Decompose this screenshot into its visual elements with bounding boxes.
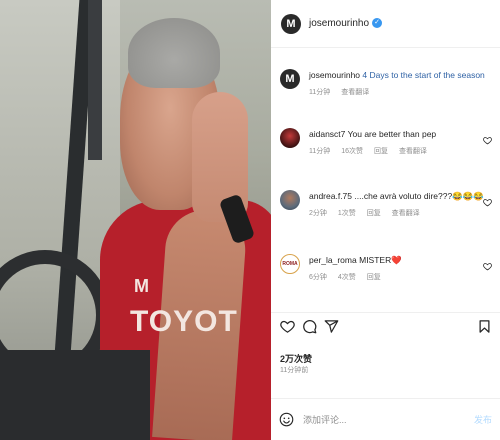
comment-body: andrea.f.75 ....che avrà voluto dire???😂… <box>309 190 484 218</box>
photo-shirt-sponsor: TOYOT <box>130 305 238 338</box>
comment-likes[interactable]: 16次赞 <box>341 148 363 155</box>
like-count[interactable]: 2万次赞 <box>280 352 312 365</box>
post-header: M josemourinho ✓ <box>271 0 500 48</box>
caption-line: josemourinho 4 Days to the start of the … <box>309 69 485 81</box>
comment-avatar[interactable]: ROMA <box>280 254 300 274</box>
photo-person-hair <box>128 18 220 88</box>
photo-seat <box>0 350 150 440</box>
action-bar <box>271 312 500 340</box>
comment-time: 11分钟 <box>309 148 331 155</box>
comment-like-heart-icon[interactable] <box>483 136 492 145</box>
author-avatar[interactable]: M <box>281 13 301 34</box>
comment-text: MISTER❤️ <box>359 255 402 265</box>
comment-like-heart-icon[interactable] <box>483 262 492 271</box>
caption-translate-link[interactable]: 查看翻译 <box>341 89 369 96</box>
comment-row: aidansct7 You are better than pep 11分钟 1… <box>271 128 500 156</box>
caption-text: 4 Days to the start of the season <box>362 70 485 80</box>
verified-badge-icon: ✓ <box>372 18 383 29</box>
caption-time: 11分钟 <box>309 89 331 96</box>
post-timestamp: 11分钟前 <box>280 367 309 374</box>
comment-translate-link[interactable]: 查看翻译 <box>399 148 427 155</box>
post-photo[interactable]: M TOYOT <box>0 0 271 440</box>
comment-likes[interactable]: 4次赞 <box>338 274 356 281</box>
comment-bubble-icon[interactable] <box>302 319 317 334</box>
comment-input[interactable] <box>303 414 453 425</box>
comment-line: andrea.f.75 ....che avrà voluto dire???😂… <box>309 190 484 202</box>
comment-username[interactable]: per_la_roma <box>309 255 357 265</box>
comment-meta: 11分钟 16次赞 回复 查看翻译 <box>309 146 479 156</box>
comment-line: per_la_roma MISTER❤️ <box>309 254 479 266</box>
comment-body: aidansct7 You are better than pep 11分钟 1… <box>309 128 479 156</box>
comment-username[interactable]: aidansct7 <box>309 129 345 139</box>
comment-avatar[interactable] <box>280 190 300 210</box>
comment-like-heart-icon[interactable] <box>483 198 492 207</box>
photo-shirt-badge: M <box>134 276 149 296</box>
caption-avatar[interactable]: M <box>280 69 300 89</box>
comment-body: per_la_roma MISTER❤️ 6分钟 4次赞 回复 <box>309 254 479 282</box>
comment-reply-link[interactable]: 回复 <box>367 210 381 217</box>
comment-username[interactable]: andrea.f.75 <box>309 191 352 201</box>
caption-username[interactable]: josemourinho <box>309 70 360 80</box>
caption-row: M josemourinho 4 Days to the start of th… <box>271 69 500 97</box>
comment-text: ....che avrà voluto dire???😂😂😂 <box>354 191 484 201</box>
comment-row: ROMA per_la_roma MISTER❤️ 6分钟 4次赞 回复 <box>271 254 500 282</box>
comment-reply-link[interactable]: 回复 <box>367 274 381 281</box>
comment-likes[interactable]: 1次赞 <box>338 210 356 217</box>
comment-reply-link[interactable]: 回复 <box>374 148 388 155</box>
comment-row: andrea.f.75 ....che avrà voluto dire???😂… <box>271 190 500 218</box>
author-username[interactable]: josemourinho ✓ <box>309 18 383 29</box>
caption-body: josemourinho 4 Days to the start of the … <box>309 69 485 97</box>
emoji-icon[interactable] <box>279 412 294 427</box>
comment-time: 6分钟 <box>309 274 327 281</box>
comment-avatar[interactable] <box>280 128 300 148</box>
post-comment-button[interactable]: 发布 <box>474 413 492 426</box>
comments-list: M josemourinho 4 Days to the start of th… <box>271 55 500 305</box>
comment-composer: 发布 <box>271 398 500 440</box>
like-heart-icon[interactable] <box>280 319 295 334</box>
author-username-text[interactable]: josemourinho <box>309 18 369 29</box>
bookmark-icon[interactable] <box>477 319 492 334</box>
photo-pole-secondary <box>88 0 102 160</box>
comment-time: 2分钟 <box>309 210 327 217</box>
caption-meta: 11分钟 查看翻译 <box>309 87 479 97</box>
post-panel: M josemourinho ✓ M josemourinho 4 Days to… <box>271 0 500 440</box>
share-send-icon[interactable] <box>324 319 339 334</box>
comment-line: aidansct7 You are better than pep <box>309 128 479 140</box>
comment-meta: 2分钟 1次赞 回复 查看翻译 <box>309 208 479 218</box>
comment-translate-link[interactable]: 查看翻译 <box>392 210 420 217</box>
comment-text: You are better than pep <box>347 129 437 139</box>
comment-meta: 6分钟 4次赞 回复 <box>309 272 479 282</box>
